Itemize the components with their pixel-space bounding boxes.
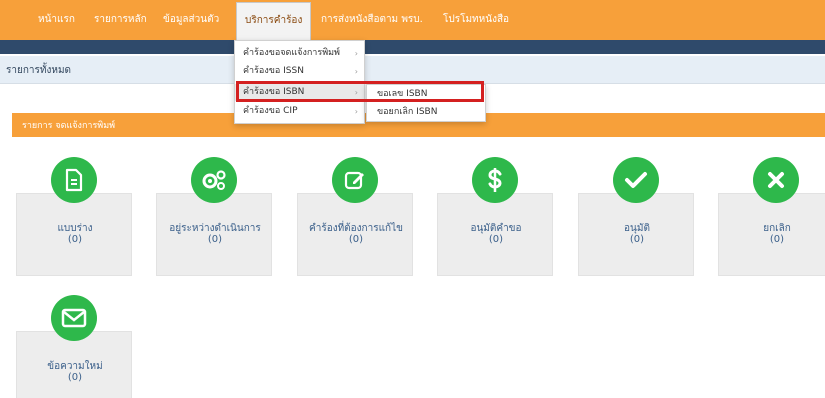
nav-item-main-list[interactable]: รายการหลัก: [94, 0, 147, 40]
top-navigation: หน้าแรก รายการหลัก ข้อมูลส่วนตัว บริการค…: [0, 0, 825, 40]
card-count: (0): [207, 234, 223, 245]
page: หน้าแรก รายการหลัก ข้อมูลส่วนตัว บริการค…: [0, 0, 825, 398]
check-icon[interactable]: [613, 157, 659, 203]
chevron-right-icon: ›: [354, 67, 358, 76]
section-title: รายการ จดแจ้งการพิมพ์: [22, 121, 116, 131]
highlight-box: [236, 81, 484, 102]
card-draft[interactable]: แบบร่าง (0): [16, 193, 132, 276]
menu-item-print-notification[interactable]: คำร้องขอจดแจ้งการพิมพ์ ›: [235, 45, 364, 62]
envelope-icon[interactable]: [51, 295, 97, 341]
card-needs-revision[interactable]: คำร้องที่ต้องการแก้ไข (0): [297, 193, 413, 276]
chevron-right-icon: ›: [354, 49, 358, 58]
menu-item-issn[interactable]: คำร้องขอ ISSN ›: [235, 63, 364, 80]
nav-item-promote-book[interactable]: โปรโมทหนังสือ: [443, 0, 509, 40]
menu-item-label: คำร้องขอ ISSN: [243, 66, 304, 76]
menu-item-cip[interactable]: คำร้องขอ CIP ›: [235, 103, 364, 120]
nav-item-profile[interactable]: ข้อมูลส่วนตัว: [163, 0, 219, 40]
header-divider-bar: [0, 40, 825, 54]
card-count: (0): [67, 234, 83, 245]
card-approved[interactable]: อนุมัติ (0): [578, 193, 694, 276]
document-icon[interactable]: [51, 157, 97, 203]
breadcrumb-bar: รายการทั้งหมด: [0, 56, 825, 84]
card-in-progress[interactable]: อยู่ระหว่างดำเนินการ (0): [156, 193, 272, 276]
card-count: (0): [769, 234, 785, 245]
card-request-approval[interactable]: อนุมัติคำขอ (0): [437, 193, 553, 276]
edit-icon[interactable]: [332, 157, 378, 203]
menu-item-label: คำร้องขอ CIP: [243, 106, 298, 116]
close-icon[interactable]: [753, 157, 799, 203]
card-new-message[interactable]: ข้อความใหม่ (0): [16, 331, 132, 398]
card-cancelled[interactable]: ยกเลิก (0): [718, 193, 825, 276]
menu-item-cancel-isbn[interactable]: ขอยกเลิก ISBN: [367, 104, 485, 121]
card-count: (0): [348, 234, 364, 245]
nav-item-request-services[interactable]: บริการคำร้อง: [236, 2, 312, 40]
chevron-right-icon: ›: [354, 107, 358, 116]
dollar-icon[interactable]: [472, 157, 518, 203]
card-count: (0): [67, 372, 83, 383]
card-count: (0): [488, 234, 504, 245]
nav-item-book-submission[interactable]: การส่งหนังสือตาม พรบ.: [321, 0, 423, 40]
menu-item-label: คำร้องขอจดแจ้งการพิมพ์: [243, 48, 340, 58]
gears-icon[interactable]: [191, 157, 237, 203]
card-count: (0): [629, 234, 645, 245]
breadcrumb: รายการทั้งหมด: [6, 65, 72, 76]
nav-item-home[interactable]: หน้าแรก: [38, 0, 75, 40]
